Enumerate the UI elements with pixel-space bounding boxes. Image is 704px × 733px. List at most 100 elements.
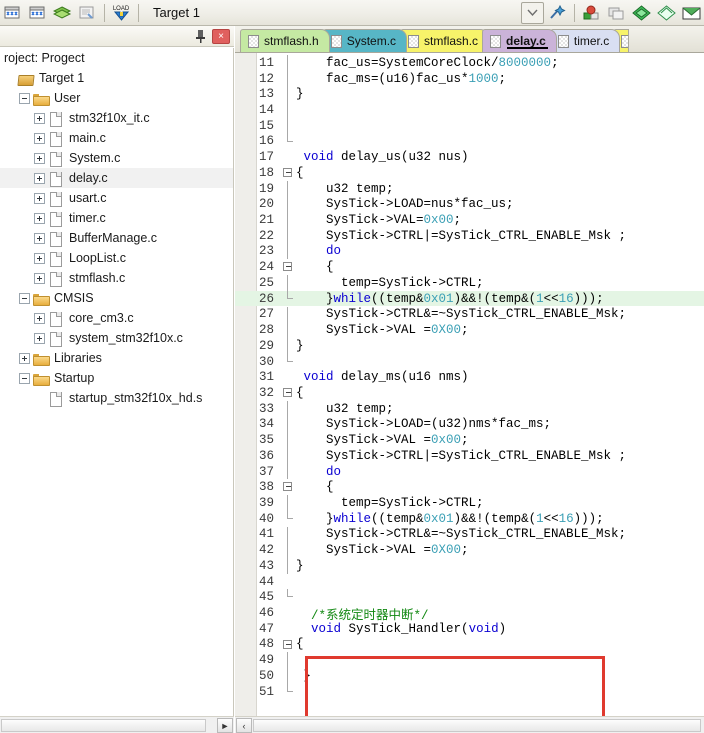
tree-item-target-1[interactable]: Target 1 [0,68,233,88]
collapse-block-icon[interactable] [283,262,292,272]
collapse-icon[interactable] [19,372,30,384]
code-line[interactable]: 28 SysTick->VAL =0X00; [235,322,704,338]
fold-margin-cell[interactable] [280,479,296,495]
code-line[interactable]: 26 }while((temp&0x01)&&!(temp&(1<<16))); [235,290,704,307]
code-line[interactable]: 16 [235,133,704,150]
expand-icon[interactable] [34,232,45,244]
tree-item-stmflash-c[interactable]: stmflash.c [0,268,233,288]
project-hscroll-right-arrow[interactable]: ► [217,718,233,733]
fold-margin-cell[interactable] [280,637,296,653]
fold-margin-cell[interactable] [280,385,296,401]
editor-tab-stmflash-h[interactable]: stmflash.h [240,29,330,52]
editor-tab-delay-c[interactable]: delay.c [482,29,557,52]
expand-icon[interactable] [34,132,45,144]
project-panel-hscrollbar[interactable]: ► [0,716,234,733]
code-line[interactable]: 29} [235,337,704,354]
expand-icon[interactable] [34,272,45,284]
expand-icon[interactable] [34,312,45,324]
code-line[interactable]: 35 SysTick->VAL =0x00; [235,432,704,448]
code-line[interactable]: 11 fac_us=SystemCoreClock/8000000; [235,55,704,71]
expand-icon[interactable] [34,332,45,344]
code-line[interactable]: 51 [235,683,704,700]
load-target-icon[interactable]: LOAD [110,2,133,24]
code-line[interactable]: 37 do [235,463,704,480]
collapse-icon[interactable] [19,92,30,104]
code-line[interactable]: 22 SysTick->CTRL|=SysTick_CTRL_ENABLE_Ms… [235,227,704,244]
templates-window-icon[interactable] [655,2,678,24]
code-line[interactable]: 47 void SysTick_Handler(void) [235,621,704,637]
code-line[interactable]: 19 u32 temp; [235,180,704,197]
code-line[interactable]: 31 void delay_ms(u16 nms) [235,369,704,385]
clear-bookmarks-icon[interactable] [26,2,49,24]
code-line[interactable]: 34 SysTick->LOAD=(u32)nms*fac_ms; [235,416,704,433]
tree-item-main-c[interactable]: main.c [0,128,233,148]
code-line[interactable]: 46 /*系统定时器中断*/ [235,605,704,623]
editor-hscrollbar[interactable]: ‹ [235,716,704,733]
tree-item-user[interactable]: User [0,88,233,108]
code-line[interactable]: 40 }while((temp&0x01)&&!(temp&(1<<16))); [235,510,704,527]
expand-icon[interactable] [34,152,45,164]
tree-item-libraries[interactable]: Libraries [0,348,233,368]
code-line[interactable]: 49 [235,652,704,669]
collapse-block-icon[interactable] [283,388,292,398]
code-line[interactable]: 17 void delay_us(u32 nus) [235,149,704,165]
functions-window-icon[interactable] [630,2,653,24]
build-output-window-icon[interactable] [680,2,703,24]
code-line[interactable]: 21 SysTick->VAL=0x00; [235,212,704,228]
configure-magic-wand-icon[interactable] [546,2,569,24]
close-icon[interactable]: × [212,28,230,44]
tree-item-stm32f10x-it-c[interactable]: stm32f10x_it.c [0,108,233,128]
tree-item-cmsis[interactable]: CMSIS [0,288,233,308]
translate-file-icon[interactable] [76,2,99,24]
collapse-icon[interactable] [19,292,30,304]
tree-item-usart-c[interactable]: usart.c [0,188,233,208]
project-window-icon[interactable] [580,2,603,24]
tree-item-delay-c[interactable]: delay.c [0,168,233,188]
collapse-block-icon[interactable] [283,168,292,178]
code-line[interactable]: 50 } [235,668,704,684]
collapse-block-icon[interactable] [283,482,292,492]
code-line[interactable]: 43} [235,558,704,574]
code-line[interactable]: 25 temp=SysTick->CTRL; [235,275,704,291]
tree-item-looplist-c[interactable]: LoopList.c [0,248,233,268]
code-line[interactable]: 41 SysTick->CTRL&=~SysTick_CTRL_ENABLE_M… [235,526,704,543]
editor-tab-System-c[interactable]: System.c [322,29,408,52]
code-line[interactable]: 24 { [235,259,704,275]
code-line[interactable]: 23 do [235,243,704,260]
editor-tab-timer-c[interactable]: timer.c [549,29,621,52]
tree-item-system-stm32f10x-c[interactable]: system_stm32f10x.c [0,328,233,348]
code-line[interactable]: 14 [235,102,704,118]
editor-tab-stmflash-c[interactable]: stmflash.c [400,29,490,52]
books-window-icon[interactable] [605,2,628,24]
target-options-dropdown-icon[interactable] [521,1,544,24]
tree-item-startup[interactable]: Startup [0,368,233,388]
code-line[interactable]: 33 u32 temp; [235,400,704,417]
code-line[interactable]: 12 fac_ms=(u16)fac_us*1000; [235,70,704,87]
code-line[interactable]: 36 SysTick->CTRL|=SysTick_CTRL_ENABLE_Ms… [235,448,704,464]
code-line[interactable]: 42 SysTick->VAL =0X00; [235,542,704,558]
code-line[interactable]: 20 SysTick->LOAD=nus*fac_us; [235,196,704,213]
code-line[interactable]: 18 { [235,165,704,181]
build-layers-icon[interactable] [51,2,74,24]
project-hscroll-thumb[interactable] [1,719,206,732]
code-line[interactable]: 13} [235,86,704,103]
project-tree[interactable]: roject: Progect Target 1 User stm32f10x_it… [0,48,234,716]
tree-item-buffermanage-c[interactable]: BufferManage.c [0,228,233,248]
expand-icon[interactable] [34,112,45,124]
expand-icon[interactable] [34,212,45,224]
expand-icon[interactable] [19,352,30,364]
tree-item-timer-c[interactable]: timer.c [0,208,233,228]
expand-icon[interactable] [34,172,45,184]
code-line[interactable]: 30 [235,353,704,370]
expand-icon[interactable] [34,252,45,264]
code-line[interactable]: 48 { [235,637,704,653]
tree-item-core-cm3-c[interactable]: core_cm3.c [0,308,233,328]
editor-hscroll-thumb[interactable] [253,719,701,732]
code-line[interactable]: 32 { [235,385,704,401]
pin-icon[interactable] [193,28,209,44]
expand-icon[interactable] [34,192,45,204]
code-line[interactable]: 27 SysTick->CTRL&=~SysTick_CTRL_ENABLE_M… [235,306,704,323]
collapse-block-icon[interactable] [283,639,292,649]
tree-item-system-c[interactable]: System.c [0,148,233,168]
editor-hscroll-left-arrow[interactable]: ‹ [236,718,252,733]
